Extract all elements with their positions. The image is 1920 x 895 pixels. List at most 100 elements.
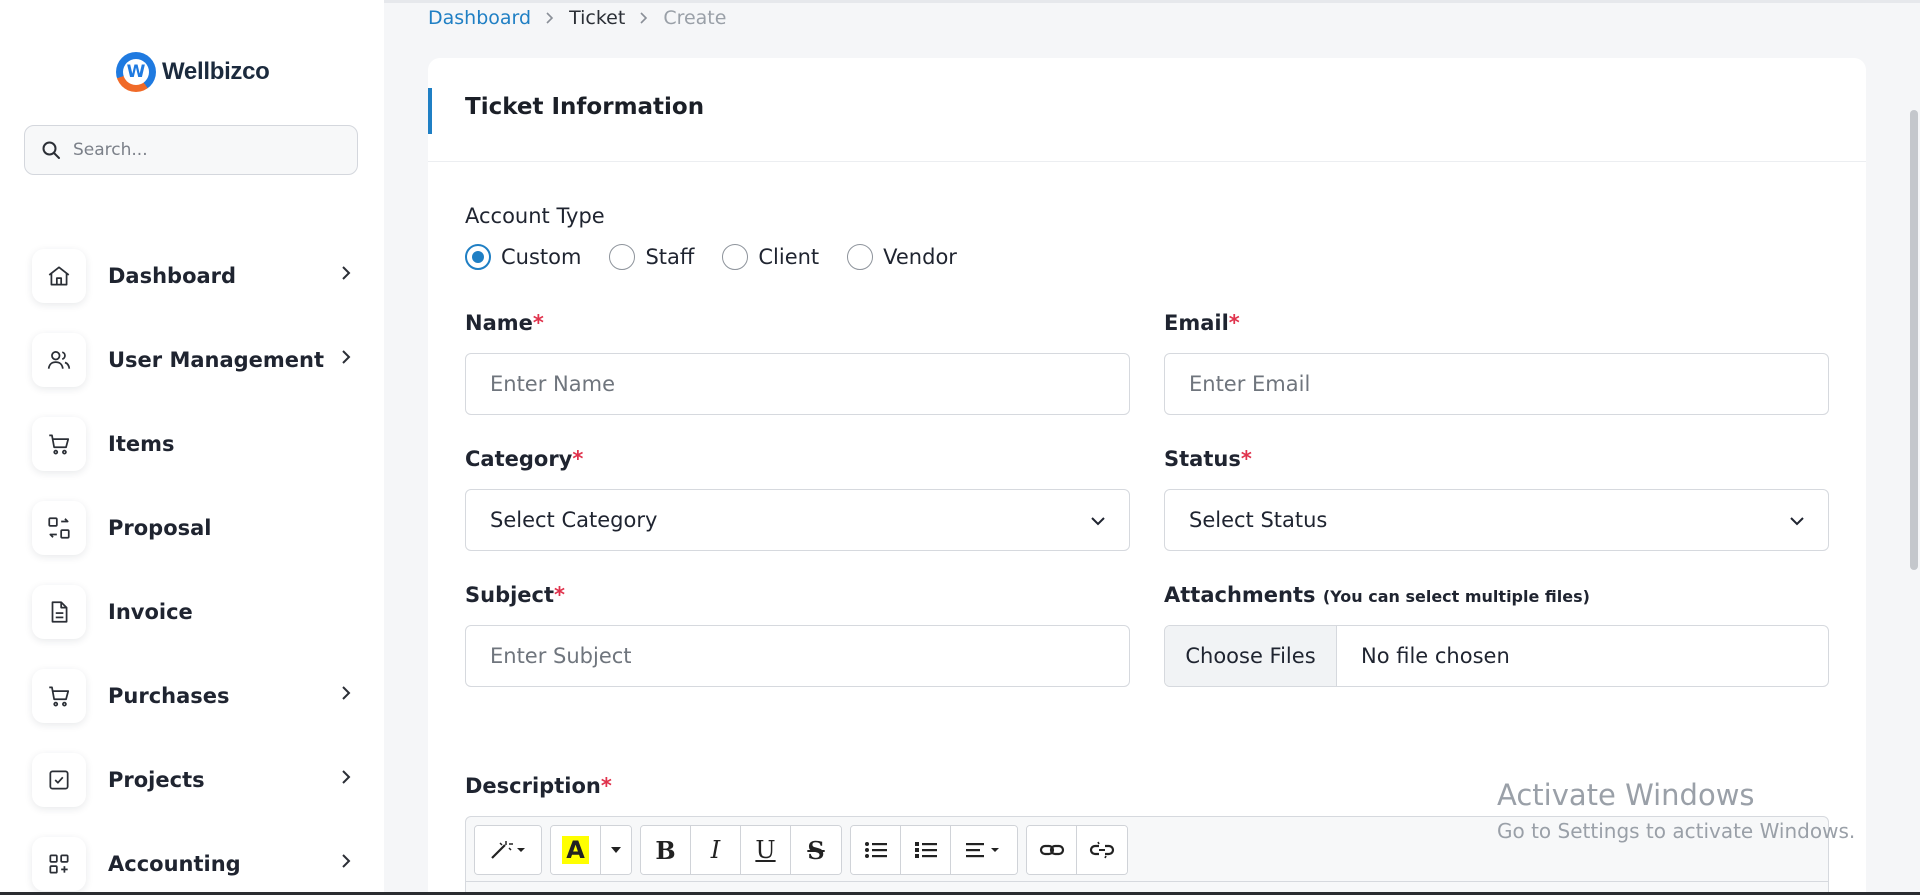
card-header: Ticket Information bbox=[428, 58, 1866, 162]
category-select[interactable]: Select Category bbox=[465, 489, 1130, 551]
activation-watermark-title: Activate Windows bbox=[1497, 778, 1755, 812]
radio-staff-label: Staff bbox=[645, 245, 695, 269]
underline-glyph: U bbox=[755, 836, 776, 864]
required-mark: * bbox=[554, 583, 566, 607]
radio-client-label: Client bbox=[758, 245, 820, 269]
sidebar: W Wellbizco Dashboard bbox=[0, 0, 384, 895]
chevron-down-icon bbox=[1790, 517, 1804, 526]
chevron-right-icon bbox=[342, 854, 351, 868]
name-label-text: Name bbox=[465, 311, 533, 335]
numbered-list-button[interactable] bbox=[901, 826, 951, 874]
toolbar-group-style bbox=[474, 825, 542, 875]
numbered-list-icon bbox=[914, 842, 937, 858]
sidebar-item-accounting[interactable]: Accounting bbox=[32, 822, 352, 895]
breadcrumb-ticket-link[interactable]: Ticket bbox=[569, 7, 625, 29]
file-status: No file chosen bbox=[1361, 644, 1510, 668]
bold-button[interactable]: B bbox=[641, 826, 691, 874]
sidebar-item-label: Accounting bbox=[108, 852, 241, 876]
brand-logo[interactable]: W Wellbizco bbox=[116, 52, 270, 92]
radio-custom-indicator[interactable] bbox=[465, 244, 491, 270]
radio-vendor[interactable]: Vendor bbox=[847, 244, 957, 270]
attachments-label-text: Attachments bbox=[1164, 583, 1316, 607]
unlink-button[interactable] bbox=[1077, 826, 1127, 874]
search-input[interactable] bbox=[73, 140, 333, 160]
magic-wand-icon bbox=[491, 841, 525, 859]
toolbar-group-lists bbox=[850, 825, 1018, 875]
sidebar-item-dashboard[interactable]: Dashboard bbox=[32, 234, 352, 318]
account-type-label: Account Type bbox=[465, 204, 605, 228]
style-magic-button[interactable] bbox=[475, 826, 541, 874]
bold-glyph: B bbox=[655, 835, 676, 865]
breadcrumb-dashboard-link[interactable]: Dashboard bbox=[428, 7, 531, 29]
ticket-form-card: Ticket Information Account Type Custom S… bbox=[428, 58, 1866, 895]
underline-button[interactable]: U bbox=[741, 826, 791, 874]
swap-icon bbox=[48, 517, 70, 539]
italic-button[interactable]: I bbox=[691, 826, 741, 874]
subject-input[interactable] bbox=[490, 644, 1129, 668]
toolbar-group-color: A bbox=[550, 825, 632, 875]
radio-client-indicator[interactable] bbox=[722, 244, 749, 270]
required-mark: * bbox=[1228, 311, 1240, 335]
name-field[interactable] bbox=[465, 353, 1130, 415]
toolbar-group-links bbox=[1026, 825, 1128, 875]
sidebar-item-user-management[interactable]: User Management bbox=[32, 318, 352, 402]
page-scrollbar[interactable] bbox=[1910, 110, 1918, 570]
color-dropdown-button[interactable] bbox=[601, 826, 631, 874]
radio-custom-label: Custom bbox=[501, 245, 582, 269]
card-accent-bar bbox=[428, 88, 432, 134]
users-icon bbox=[47, 351, 71, 369]
highlight-color-button[interactable]: A bbox=[551, 826, 601, 874]
bullet-list-button[interactable] bbox=[851, 826, 901, 874]
email-input[interactable] bbox=[1189, 372, 1828, 396]
checkbox-icon bbox=[49, 770, 69, 790]
name-label: Name* bbox=[465, 311, 544, 335]
highlight-glyph: A bbox=[562, 836, 589, 864]
account-type-radio-group: Custom Staff Client Vendor bbox=[465, 244, 985, 270]
radio-staff[interactable]: Staff bbox=[609, 244, 694, 270]
radio-custom[interactable]: Custom bbox=[465, 244, 581, 270]
attachments-hint: (You can select multiple files) bbox=[1322, 587, 1590, 606]
activation-watermark-subtitle: Go to Settings to activate Windows. bbox=[1497, 819, 1856, 843]
link-icon bbox=[1039, 844, 1064, 856]
cart-icon bbox=[49, 686, 70, 707]
breadcrumb-separator-icon bbox=[546, 12, 554, 24]
logo-mark-icon: W bbox=[116, 52, 156, 92]
subject-field[interactable] bbox=[465, 625, 1130, 687]
choose-files-button[interactable]: Choose Files bbox=[1165, 626, 1337, 686]
sidebar-item-proposal[interactable]: Proposal bbox=[32, 486, 352, 570]
sidebar-item-purchases[interactable]: Purchases bbox=[32, 654, 352, 738]
radio-staff-indicator[interactable] bbox=[609, 244, 636, 270]
breadcrumb-current: Create bbox=[663, 7, 727, 29]
radio-vendor-indicator[interactable] bbox=[847, 244, 874, 270]
editor-toolbar-divider bbox=[466, 881, 1828, 882]
search-box[interactable] bbox=[24, 125, 358, 175]
status-select-value: Select Status bbox=[1189, 508, 1328, 532]
insert-link-button[interactable] bbox=[1027, 826, 1077, 874]
home-icon bbox=[48, 266, 70, 286]
chevron-right-icon bbox=[342, 686, 351, 700]
strikethrough-button[interactable]: S bbox=[791, 826, 841, 874]
paragraph-align-button[interactable] bbox=[951, 826, 1017, 874]
sidebar-item-invoice[interactable]: Invoice bbox=[32, 570, 352, 654]
sidebar-item-projects[interactable]: Projects bbox=[32, 738, 352, 822]
bullet-list-icon bbox=[864, 842, 887, 858]
email-field[interactable] bbox=[1164, 353, 1829, 415]
description-label: Description* bbox=[465, 774, 612, 798]
name-input[interactable] bbox=[490, 372, 1129, 396]
status-label-text: Status bbox=[1164, 447, 1241, 471]
caret-down-icon bbox=[611, 847, 621, 853]
strikethrough-glyph: S bbox=[807, 835, 825, 865]
radio-client[interactable]: Client bbox=[722, 244, 819, 270]
sidebar-item-items[interactable]: Items bbox=[32, 402, 352, 486]
category-label: Category* bbox=[465, 447, 583, 471]
required-mark: * bbox=[572, 447, 584, 471]
grid-plus-icon bbox=[49, 854, 69, 874]
sidebar-item-label: Invoice bbox=[108, 600, 193, 624]
attachments-file-input[interactable]: Choose Files No file chosen bbox=[1164, 625, 1829, 687]
attachments-label: Attachments (You can select multiple fil… bbox=[1164, 583, 1590, 607]
email-label: Email* bbox=[1164, 311, 1240, 335]
breadcrumb: Dashboard Ticket Create bbox=[428, 7, 726, 29]
search-icon bbox=[42, 141, 60, 159]
editor-toolbar: A B I U S bbox=[474, 825, 1128, 875]
status-select[interactable]: Select Status bbox=[1164, 489, 1829, 551]
